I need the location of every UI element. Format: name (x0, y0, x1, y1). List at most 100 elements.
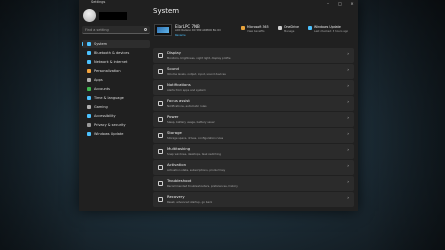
sidebar-item-label: Windows Update (94, 131, 124, 136)
chevron-right-icon: › (347, 148, 349, 153)
person-icon (87, 87, 91, 91)
recovery-icon (158, 196, 163, 202)
apps-icon (87, 78, 91, 82)
setting-troubleshoot[interactable]: Troubleshoot Recommended troubleshooters… (153, 176, 354, 191)
search-placeholder: Find a setting (85, 27, 109, 32)
settings-window: Settings – □ × Find a setting System Blu… (79, 0, 358, 211)
sidebar-item-network-internet[interactable]: Network & internet (82, 58, 150, 66)
setting-subtitle: Reset, advanced startup, go back (167, 199, 213, 204)
sidebar-item-label: Bluetooth & devices (94, 50, 130, 55)
tile-title: Microsoft 365 (247, 25, 269, 29)
setting-title: Recovery (167, 194, 185, 200)
sidebar-item-label: System (94, 41, 108, 46)
sidebar-item-label: Gaming (94, 104, 108, 109)
rename-link[interactable]: Rename (175, 34, 186, 37)
pc-icon (154, 24, 172, 36)
sidebar-item-label: Privacy & security (94, 122, 126, 127)
sidebar-item-accessibility[interactable]: Accessibility (82, 112, 150, 120)
maximize-icon[interactable]: □ (334, 0, 346, 8)
shield-icon (87, 123, 91, 127)
tile-title: OneDrive (284, 25, 299, 29)
sidebar-item-privacy-security[interactable]: Privacy & security (82, 121, 150, 129)
sidebar-item-label: Time & language (94, 95, 124, 100)
setting-recovery[interactable]: Recovery Reset, advanced startup, go bac… (153, 192, 354, 207)
sidebar-item-time-language[interactable]: Time & language (82, 94, 150, 102)
chevron-right-icon: › (347, 132, 349, 137)
setting-power[interactable]: Power Sleep, battery usage, battery save… (153, 112, 354, 127)
accessibility-icon (87, 114, 91, 118)
setting-title: Sound (167, 66, 179, 72)
bell-icon (158, 84, 163, 90)
tile-windows-update[interactable]: Windows Update Last checked: 3 hours ago (308, 23, 354, 39)
setting-title: Troubleshoot (167, 178, 192, 184)
sidebar-item-gaming[interactable]: Gaming (82, 103, 150, 111)
setting-subtitle: Storage space, drives, configuration rul… (167, 135, 224, 140)
gamepad-icon (87, 105, 91, 109)
brush-icon (87, 69, 91, 73)
setting-sound[interactable]: Sound Volume levels, output, input, soun… (153, 64, 354, 79)
sidebar-item-label: Accessibility (94, 113, 116, 118)
setting-title: Display (167, 50, 181, 56)
tile-microsoft-365[interactable]: Microsoft 365 View benefits (241, 23, 277, 39)
sidebar-item-label: Network & internet (94, 59, 128, 64)
tile-title: Windows Update (314, 25, 341, 29)
cloud-icon (278, 26, 282, 30)
setting-subtitle: Snap windows, desktops, task switching (167, 151, 221, 156)
sidebar-item-label: Personalization (94, 68, 121, 73)
setting-title: Notifications (167, 82, 191, 88)
setting-notifications[interactable]: Notifications Alerts from apps and syste… (153, 80, 354, 95)
device-model: AOC Radeon RX 580 ARMOR 8G OC (175, 29, 222, 32)
update-icon (87, 132, 91, 136)
office-icon (241, 26, 245, 30)
setting-subtitle: Notifications, automatic rules (167, 103, 207, 108)
chevron-right-icon: › (347, 100, 349, 105)
bluetooth-icon (87, 51, 91, 55)
setting-display[interactable]: Display Monitors, brightness, night ligh… (153, 48, 354, 63)
setting-title: Focus assist (167, 98, 190, 104)
moon-icon (158, 100, 163, 106)
close-icon[interactable]: × (346, 0, 358, 8)
chevron-right-icon: › (347, 116, 349, 121)
sidebar-item-label: Apps (94, 77, 103, 82)
search-input[interactable]: Find a setting (82, 26, 150, 34)
key-icon (158, 164, 163, 170)
globe-clock-icon (87, 96, 91, 100)
setting-storage[interactable]: Storage Storage space, drives, configura… (153, 128, 354, 143)
setting-focus-assist[interactable]: Focus assist Notifications, automatic ru… (153, 96, 354, 111)
account-name-redacted (99, 12, 127, 20)
sidebar-item-system[interactable]: System (82, 40, 150, 48)
setting-subtitle: Volume levels, output, input, sound devi… (167, 71, 226, 76)
setting-activation[interactable]: Activation Activation state, subscriptio… (153, 160, 354, 175)
storage-icon (158, 132, 163, 138)
sidebar-item-accounts[interactable]: Accounts (82, 85, 150, 93)
setting-subtitle: Alerts from apps and system (167, 87, 206, 92)
tile-subtitle: View benefits (247, 29, 265, 33)
device-card: ElarLPC 7NB AOC Radeon RX 580 ARMOR 8G O… (153, 23, 230, 40)
multitask-icon (158, 148, 163, 154)
sidebar-item-personalization[interactable]: Personalization (82, 67, 150, 75)
update-icon (308, 26, 312, 30)
setting-title: Power (167, 114, 179, 120)
tile-subtitle: Manage (284, 29, 295, 33)
sidebar-item-label: Accounts (94, 86, 110, 91)
search-icon (143, 27, 147, 31)
title-bar: Settings – □ × (79, 0, 358, 8)
app-title: Settings (91, 0, 106, 4)
active-indicator (82, 42, 84, 46)
tile-onedrive[interactable]: OneDrive Manage (278, 23, 308, 39)
sidebar-item-windows-update[interactable]: Windows Update (82, 130, 150, 138)
speaker-icon (158, 68, 163, 74)
avatar[interactable] (83, 9, 96, 22)
setting-subtitle: Activation state, subscriptions, product… (167, 167, 226, 172)
sidebar-item-apps[interactable]: Apps (82, 76, 150, 84)
sidebar-item-bluetooth-devices[interactable]: Bluetooth & devices (82, 49, 150, 57)
setting-multitasking[interactable]: Multitasking Snap windows, desktops, tas… (153, 144, 354, 159)
chevron-right-icon: › (347, 84, 349, 89)
setting-subtitle: Sleep, battery usage, battery saver (167, 119, 215, 124)
minimize-icon[interactable]: – (322, 0, 334, 8)
chevron-right-icon: › (347, 164, 349, 169)
wrench-icon (158, 180, 163, 186)
monitor-icon (87, 42, 91, 46)
chevron-right-icon: › (347, 196, 349, 201)
display-icon (158, 52, 163, 58)
